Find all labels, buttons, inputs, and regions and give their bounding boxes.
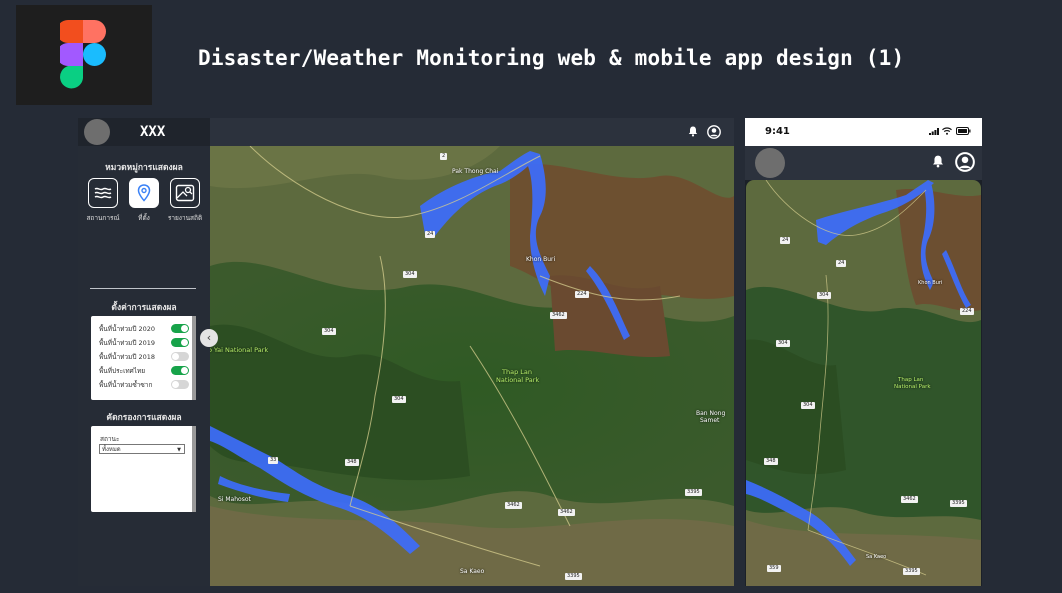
toggle-switch[interactable] <box>171 366 189 375</box>
map-label-ban-nong-2: Samet <box>700 417 720 424</box>
bell-icon[interactable] <box>688 126 698 137</box>
toggle-label: พื้นที่น้ำท่วมซ้ำซาก <box>99 381 153 389</box>
desktop-map[interactable]: 2 24 304 304 304 3462 224 348 33 3462 34… <box>210 146 734 586</box>
map-label-khon-buri: Khon Buri <box>526 256 556 263</box>
category-label-location: ที่ตั้ง <box>138 214 150 222</box>
figma-logo-tile <box>16 5 152 105</box>
image-stats-icon <box>175 184 195 202</box>
mobile-map[interactable]: 24 24 304 304 304 224 348 3462 3395 359 … <box>746 180 981 586</box>
toggle-row-thailand: พื้นที่ประเทศไทย <box>99 365 191 377</box>
scrollbar[interactable] <box>192 426 196 512</box>
category-label-situation: สถานการณ์ <box>86 214 120 222</box>
avatar[interactable] <box>755 148 785 178</box>
ios-status-bar: 9:41 <box>745 118 982 146</box>
toggle-switch[interactable] <box>171 324 189 333</box>
category-location-button[interactable] <box>129 178 159 208</box>
map-satellite-render <box>210 146 734 586</box>
map-label-pak-thong-chai: Pak Thong Chai <box>452 168 499 175</box>
mobile-header <box>745 146 982 180</box>
divider <box>90 288 196 289</box>
filter-label: สถานะ <box>100 435 120 443</box>
status-time: 9:41 <box>765 126 790 137</box>
toggle-row-flood-2018: พื้นที่น้ำท่วมปี 2018 <box>99 351 191 363</box>
sidebar-header: XXX <box>78 118 210 146</box>
mobile-map-label-khon-buri: Khon Buri <box>918 280 943 286</box>
toggle-label: พื้นที่น้ำท่วมปี 2019 <box>99 339 156 347</box>
toggle-row-flood-2020: พื้นที่น้ำท่วมปี 2020 <box>99 323 191 335</box>
user-account-icon[interactable] <box>955 152 975 172</box>
chevron-down-icon: ▼ <box>177 447 181 453</box>
display-settings-title: ตั้งค่าการแสดงผล <box>111 303 177 313</box>
page-heading: Disaster/Weather Monitoring web & mobile… <box>198 46 905 70</box>
location-pin-icon <box>137 184 151 202</box>
map-label-ban-nong-1: Ban Nong <box>696 410 726 417</box>
sidebar: XXX หมวดหมู่การแสดงผล สถานการณ์ ที่ตั้ง … <box>78 118 210 586</box>
category-stats-button[interactable] <box>170 178 200 208</box>
desktop-topbar <box>210 118 734 146</box>
mobile-map-label-thap-lan-2: National Park <box>894 384 931 390</box>
category-label-stats: รายงานสถิติ <box>167 214 203 222</box>
map-label-thap-lan-2: National Park <box>496 376 540 384</box>
mobile-map-label-sa-kaeo: Sa Kaeo <box>866 554 887 560</box>
category-situation-button[interactable] <box>88 178 118 208</box>
toggle-label: พื้นที่น้ำท่วมปี 2020 <box>99 325 156 333</box>
toggle-row-flood-2019: พื้นที่น้ำท่วมปี 2019 <box>99 337 191 349</box>
bell-icon[interactable] <box>932 155 944 168</box>
map-label-thap-lan-1: Thap Lan <box>502 368 532 376</box>
battery-icon <box>956 127 971 135</box>
map-label-sa-kaeo: Sa Kaeo <box>460 568 485 575</box>
wifi-icon <box>942 127 952 135</box>
mobile-map-label-thap-lan-1: Thap Lan <box>898 377 924 383</box>
status-select[interactable]: ทั้งหมด ▼ <box>99 444 185 454</box>
collapse-sidebar-button[interactable]: ‹ <box>200 329 218 347</box>
toggle-label: พื้นที่ประเทศไทย <box>99 367 146 375</box>
map-label-yai-park: o Yai National Park <box>210 346 269 354</box>
scrollbar[interactable] <box>192 316 196 400</box>
toggle-switch[interactable] <box>171 338 189 347</box>
water-waves-icon <box>94 187 112 199</box>
toggle-switch[interactable] <box>171 380 189 389</box>
mobile-mockup: 9:41 24 24 304 304 304 224 348 3462 3395… <box>745 118 982 586</box>
categories-title: หมวดหมู่การแสดงผล <box>105 163 183 173</box>
status-select-value: ทั้งหมด <box>102 446 121 453</box>
toggle-row-repeat-flood: พื้นที่น้ำท่วมซ้ำซาก <box>99 379 191 391</box>
signal-icon <box>929 128 939 135</box>
toggle-switch[interactable] <box>171 352 189 361</box>
toggle-label: พื้นที่น้ำท่วมปี 2018 <box>99 353 156 361</box>
filter-title: คัดกรองการแสดงผล <box>106 413 182 423</box>
brand-name: XXX <box>140 124 166 140</box>
avatar[interactable] <box>84 119 110 145</box>
desktop-mockup: 2 24 304 304 304 3462 224 348 33 3462 34… <box>78 118 734 586</box>
layer-toggles-panel: พื้นที่น้ำท่วมปี 2020 พื้นที่น้ำท่วมปี 2… <box>91 316 196 400</box>
user-account-icon[interactable] <box>707 125 721 139</box>
figma-logo-icon <box>60 20 106 89</box>
filter-panel: สถานะ ทั้งหมด ▼ <box>91 426 196 512</box>
map-label-si-mahosot: Si Mahosot <box>218 496 251 503</box>
chevron-left-icon: ‹ <box>206 331 212 344</box>
